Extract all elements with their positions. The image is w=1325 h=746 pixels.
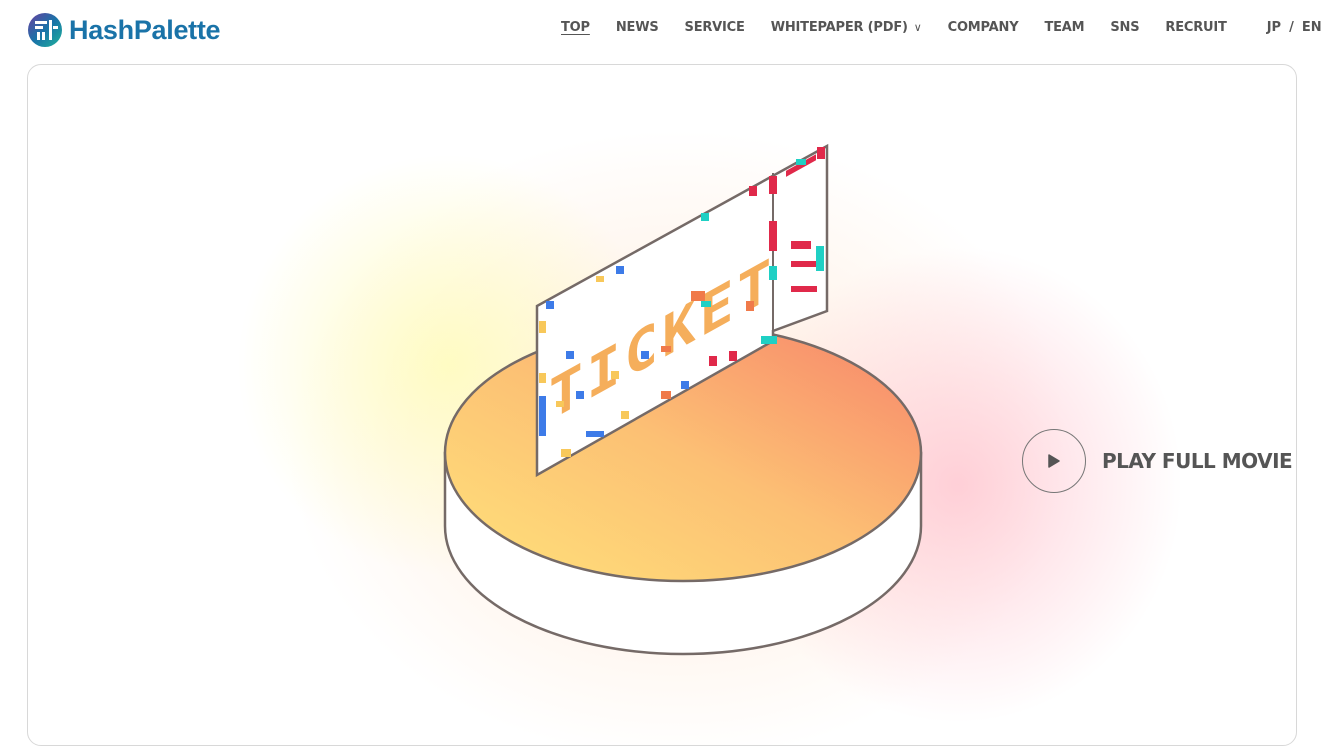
play-button-circle[interactable]	[1022, 429, 1086, 493]
logo[interactable]: HashPalette	[27, 12, 221, 48]
nav-top[interactable]: TOP	[561, 20, 590, 35]
nav-service[interactable]: SERVICE	[685, 20, 745, 35]
nav-company[interactable]: COMPANY	[948, 20, 1019, 35]
nav-recruit[interactable]: RECRUIT	[1165, 20, 1227, 35]
nav-team[interactable]: TEAM	[1044, 20, 1084, 35]
site-header: HashPalette TOP NEWS SERVICE WHITEPAPER …	[0, 0, 1325, 60]
ticket-illustration: TICKET	[443, 143, 923, 656]
language-switcher: JP / EN	[1267, 20, 1322, 35]
nav-sns[interactable]: SNS	[1110, 20, 1139, 35]
play-icon	[1048, 454, 1060, 468]
lang-en[interactable]: EN	[1302, 20, 1322, 35]
nav-news[interactable]: NEWS	[616, 20, 659, 35]
main-nav: TOP NEWS SERVICE WHITEPAPER (PDF) ∨ COMPA…	[561, 20, 1322, 35]
lang-jp[interactable]: JP	[1267, 20, 1281, 35]
hashpalette-logo-icon	[28, 13, 62, 47]
brand-name: HashPalette	[69, 14, 221, 45]
play-full-movie-button[interactable]: PLAY FULL MOVIE	[1022, 429, 1293, 493]
chevron-down-icon: ∨	[913, 21, 922, 34]
lang-separator: /	[1289, 20, 1294, 35]
nav-whitepaper[interactable]: WHITEPAPER (PDF) ∨	[771, 20, 922, 35]
nav-whitepaper-label: WHITEPAPER (PDF)	[770, 20, 908, 35]
hero-section: TICKET PLAY FULL MOVIE	[27, 64, 1297, 746]
play-full-movie-label: PLAY FULL MOVIE	[1102, 449, 1293, 473]
